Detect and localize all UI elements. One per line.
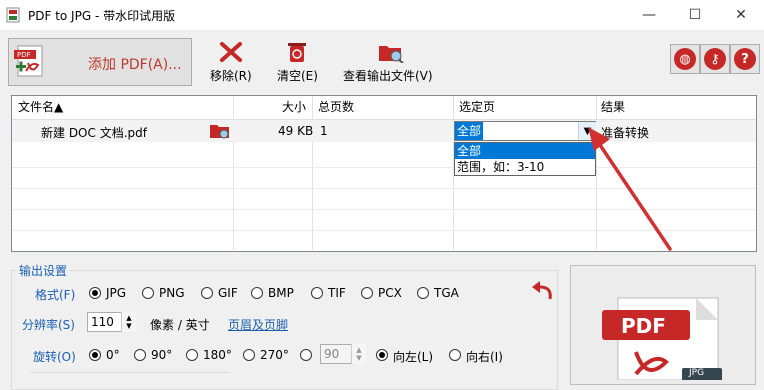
rotation-option-0[interactable]: 0° — [106, 348, 120, 362]
dropdown-option-all[interactable]: 全部 — [455, 143, 595, 159]
format-option-pcx[interactable]: PCX — [378, 286, 402, 300]
rotation-radio-0[interactable] — [89, 349, 101, 361]
resolution-label: 分辨率(S) — [22, 318, 75, 332]
format-option-bmp[interactable]: BMP — [268, 286, 294, 300]
format-radio-tif[interactable] — [311, 287, 323, 299]
column-header-result[interactable]: 结果 — [601, 96, 625, 118]
help-button[interactable]: ? — [730, 44, 760, 74]
cell-size: 49 KB — [278, 124, 314, 138]
open-folder-icon[interactable] — [209, 122, 231, 143]
custom-angle-stepper[interactable]: ▲ ▼ — [351, 344, 366, 364]
key-icon: ⚷ — [704, 48, 726, 70]
column-header-size[interactable]: 大小 — [282, 96, 306, 118]
preview-jpg-badge: JPG — [689, 368, 705, 378]
dropdown-option-range[interactable]: 范围，如：3-10 — [455, 159, 595, 175]
svg-text:PDF: PDF — [17, 51, 31, 59]
column-header-pages[interactable]: 总页数 — [318, 96, 354, 118]
column-header-selected-pages[interactable]: 选定页 — [459, 96, 495, 118]
annotation-arrow — [580, 125, 680, 258]
format-option-tga[interactable]: TGA — [434, 286, 459, 300]
format-radio-gif[interactable] — [201, 287, 213, 299]
register-button[interactable]: ⚷ — [700, 44, 730, 74]
format-radio-pcx[interactable] — [361, 287, 373, 299]
rotation-radio-180[interactable] — [186, 349, 198, 361]
rotate-right-option[interactable]: 向右(I) — [466, 348, 503, 365]
format-option-gif[interactable]: GIF — [218, 286, 238, 300]
format-radio-bmp[interactable] — [251, 287, 263, 299]
rotation-radio-custom[interactable] — [300, 349, 312, 361]
format-option-tif[interactable]: TIF — [328, 286, 346, 300]
header-footer-link[interactable]: 页眉及页脚 — [228, 316, 288, 333]
rotation-radio-270[interactable] — [243, 349, 255, 361]
rotation-option-90[interactable]: 90° — [151, 348, 172, 362]
remove-button[interactable]: 移除(R) — [210, 67, 252, 84]
column-header-filename[interactable]: 文件名▲ — [18, 96, 63, 118]
resolution-stepper[interactable]: ▲ ▼ — [121, 312, 136, 332]
remove-icon[interactable] — [219, 41, 243, 66]
add-pdf-label: 添加 PDF(A)... — [88, 57, 182, 73]
rotate-left-radio[interactable] — [376, 349, 388, 361]
rotate-left-option[interactable]: 向左(L) — [393, 348, 433, 365]
cell-filename: 新建 DOC 文档.pdf — [41, 126, 147, 140]
minimize-button[interactable]: — — [626, 0, 672, 30]
format-radio-png[interactable] — [142, 287, 154, 299]
undo-icon[interactable] — [530, 279, 554, 304]
add-pdf-icon: PDF — [14, 45, 48, 82]
help-icon: ? — [734, 48, 756, 70]
close-button[interactable]: ✕ — [718, 0, 764, 30]
app-icon — [6, 7, 22, 23]
format-radio-jpg[interactable] — [89, 287, 101, 299]
pdf-to-jpg-logo — [596, 292, 736, 383]
page-range-value[interactable]: 全部 — [455, 122, 484, 140]
website-button[interactable]: ◍ — [670, 44, 700, 74]
globe-icon: ◍ — [674, 48, 696, 70]
clear-button[interactable]: 清空(E) — [277, 67, 318, 84]
cell-pages: 1 — [320, 124, 328, 138]
window-title: PDF to JPG - 带水印试用版 — [28, 9, 176, 23]
recycle-bin-icon[interactable] — [287, 41, 307, 66]
preview-pdf-badge: PDF — [621, 314, 666, 338]
rotation-radio-90[interactable] — [134, 349, 146, 361]
format-option-png[interactable]: PNG — [159, 286, 185, 300]
output-settings-title: 输出设置 — [16, 262, 71, 279]
format-label: 格式(F) — [35, 288, 76, 302]
resolution-unit: 像素 / 英寸 — [150, 318, 210, 332]
rotation-option-180[interactable]: 180° — [203, 348, 232, 362]
format-radio-tga[interactable] — [417, 287, 429, 299]
format-option-jpg[interactable]: JPG — [106, 286, 126, 300]
view-folder-icon[interactable] — [378, 41, 404, 66]
rotation-option-270[interactable]: 270° — [260, 348, 289, 362]
rotation-label: 旋转(O) — [33, 350, 76, 364]
view-output-button[interactable]: 查看输出文件(V) — [343, 67, 433, 84]
rotate-right-radio[interactable] — [449, 349, 461, 361]
maximize-button[interactable]: ☐ — [672, 0, 718, 30]
